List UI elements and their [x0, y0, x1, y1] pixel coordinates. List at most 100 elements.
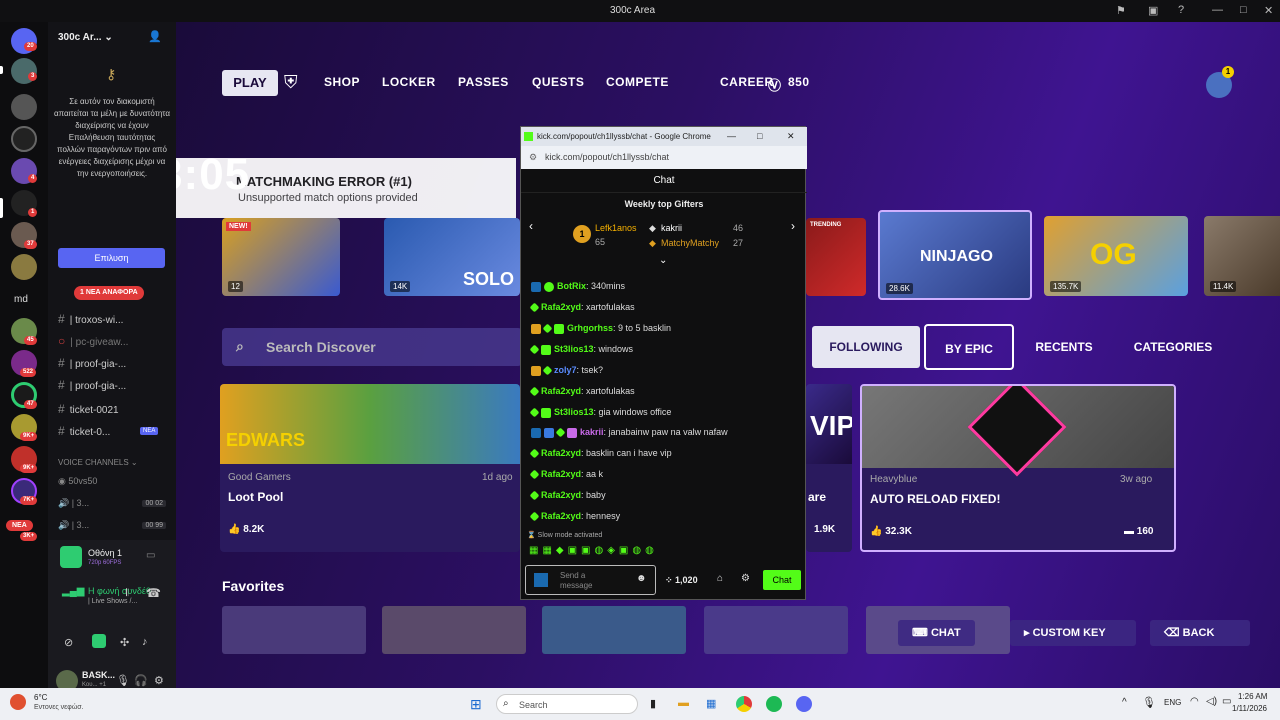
- maximize-icon[interactable]: □: [757, 127, 762, 146]
- emote-bar[interactable]: ▦▦◆▣▣◍◈▣◍◍: [529, 545, 658, 556]
- nav-locker[interactable]: LOCKER: [382, 75, 436, 89]
- nav-quests[interactable]: QUESTS: [532, 75, 584, 89]
- clock-time[interactable]: 1:26 AM: [1238, 692, 1267, 701]
- tab-following[interactable]: FOLLOWING: [812, 326, 920, 368]
- discover-card[interactable]: VIP are 1.9K: [806, 384, 852, 552]
- expand-icon[interactable]: ⌄: [659, 255, 667, 266]
- gear-icon[interactable]: ⚙: [741, 573, 750, 584]
- maximize-icon[interactable]: □: [1240, 4, 1247, 16]
- favorite-tile[interactable]: [222, 606, 366, 654]
- discover-tile[interactable]: TRENDING: [806, 218, 866, 296]
- tab-categories[interactable]: CATEGORIES: [1120, 324, 1226, 370]
- mic-icon[interactable]: 🎙: [116, 674, 130, 687]
- camera-off-icon[interactable]: ⊘: [64, 636, 73, 649]
- channel-item[interactable]: # | troxos-wi...: [58, 312, 123, 326]
- gear-icon[interactable]: ⚙: [154, 674, 164, 687]
- channel-item[interactable]: # ticket-0...: [58, 424, 110, 438]
- gifter-name[interactable]: kakrii: [661, 223, 682, 233]
- voice-channel[interactable]: 🔊 | 3...: [58, 498, 89, 509]
- points-balance[interactable]: ⁘ 1,020: [665, 575, 698, 586]
- search-discover[interactable]: ⌕ Search Discover: [222, 328, 522, 366]
- gift-icon: ◆: [649, 223, 656, 233]
- discover-card[interactable]: EDWARS Good Gamers 1d ago Loot Pool 👍 8.…: [220, 384, 520, 552]
- noise-icon[interactable]: 𝄃: [126, 588, 128, 599]
- windows-start-icon[interactable]: ⊞: [470, 696, 482, 713]
- wifi-icon[interactable]: ◠: [1190, 696, 1199, 707]
- minimize-icon[interactable]: —: [1212, 4, 1223, 16]
- taskbar-search[interactable]: ⌕ Search: [496, 694, 638, 714]
- tab-recents[interactable]: RECENTS: [1022, 324, 1106, 370]
- url-bar[interactable]: ⚙ kick.com/popout/ch1llyssb/chat: [521, 146, 807, 169]
- nav-shop[interactable]: SHOP: [324, 75, 360, 89]
- chevron-up-icon[interactable]: ^: [1122, 697, 1127, 708]
- server-list: 20 3 4 1 37 md 45 522 47 9K+ 9K+ 7K+ ΝΕΑ…: [0, 22, 48, 688]
- invite-icon[interactable]: 👤: [148, 30, 162, 43]
- chevron-right-icon[interactable]: ›: [791, 219, 795, 233]
- send-chat-button[interactable]: Chat: [763, 570, 801, 590]
- server-icon[interactable]: [11, 126, 37, 152]
- volume-icon[interactable]: ◁): [1206, 696, 1217, 707]
- battlepass-logo-icon[interactable]: ⛨: [284, 72, 298, 93]
- discord-icon[interactable]: [796, 696, 812, 712]
- vbucks-count[interactable]: 850: [788, 75, 810, 89]
- headphones-icon[interactable]: 🎧: [134, 674, 148, 687]
- gift-icon[interactable]: ⌂: [717, 573, 723, 584]
- chat-message: zoly7: tsek?: [531, 365, 603, 376]
- channel-item[interactable]: # | proof-gia-...: [58, 356, 126, 370]
- gifter-name[interactable]: MatchyMatchy: [661, 238, 719, 248]
- server-icon[interactable]: [11, 94, 37, 120]
- nav-play[interactable]: PLAY: [222, 70, 278, 96]
- stream-settings-icon[interactable]: ▭: [146, 550, 155, 561]
- channel-item[interactable]: # ticket-0021: [58, 402, 119, 416]
- store-icon[interactable]: ▦: [706, 697, 716, 710]
- nav-career[interactable]: CAREER: [720, 75, 774, 89]
- close-icon[interactable]: ✕: [787, 127, 795, 146]
- discover-tile[interactable]: 11.4K: [1204, 216, 1280, 296]
- task-view-icon[interactable]: ▮: [650, 697, 656, 710]
- chat-button[interactable]: ⌨ CHAT: [898, 620, 975, 646]
- server-icon[interactable]: [11, 254, 37, 280]
- disconnect-icon[interactable]: ☎: [146, 586, 161, 600]
- flag-icon[interactable]: ⚑: [1116, 4, 1126, 17]
- message-input[interactable]: Send a message ☻: [525, 565, 656, 595]
- nav-passes[interactable]: PASSES: [458, 75, 509, 89]
- channel-item[interactable]: ○ | pc-giveaw...: [58, 334, 128, 348]
- battery-icon[interactable]: ▭: [1222, 696, 1231, 707]
- nav-compete[interactable]: COMPETE: [606, 75, 669, 89]
- spotify-icon[interactable]: [766, 696, 782, 712]
- soundboard-icon[interactable]: ♪: [142, 636, 148, 648]
- discover-tile[interactable]: OG 135.7K: [1044, 216, 1188, 296]
- clock-date[interactable]: 1/11/2026: [1232, 704, 1267, 713]
- help-icon[interactable]: ?: [1178, 4, 1184, 16]
- verify-button[interactable]: Επιλυση: [58, 248, 165, 268]
- language-indicator[interactable]: ENG: [1164, 698, 1181, 707]
- voice-channel[interactable]: ◉ 50vs50: [58, 476, 97, 487]
- chevron-left-icon[interactable]: ‹: [529, 219, 533, 233]
- server-name[interactable]: 300c Ar... ⌄: [58, 32, 113, 43]
- custom-key-button[interactable]: ▸ CUSTOM KEY: [1010, 620, 1136, 646]
- screen-icon[interactable]: ▣: [1148, 4, 1158, 17]
- voice-channel[interactable]: 🔊 | 3...: [58, 520, 89, 531]
- favorite-tile[interactable]: [382, 606, 526, 654]
- discover-card[interactable]: Heavyblue 3w ago AUTO RELOAD FIXED! 👍 32…: [860, 384, 1176, 552]
- back-button[interactable]: ⌫ BACK: [1150, 620, 1250, 646]
- activities-icon[interactable]: ✣: [120, 636, 129, 649]
- channel-item[interactable]: # | proof-gia-...: [58, 378, 126, 392]
- close-icon[interactable]: ✕: [1264, 4, 1273, 17]
- voice-channels-header[interactable]: VOICE CHANNELS ⌄: [58, 458, 138, 467]
- gifter-name[interactable]: Lefk1anos: [595, 223, 637, 233]
- chrome-icon[interactable]: [736, 696, 752, 712]
- mic-icon[interactable]: 🎙: [1142, 696, 1156, 709]
- discover-tile[interactable]: NEW! 12: [222, 218, 340, 296]
- favorite-tile[interactable]: [542, 606, 686, 654]
- new-mention-pill[interactable]: 1 ΝΕΑ ΑΝΑΦΟΡΑ: [74, 286, 144, 300]
- tab-by-epic[interactable]: BY EPIC: [924, 324, 1014, 370]
- weather-icon[interactable]: [10, 694, 26, 710]
- favorite-tile[interactable]: [704, 606, 848, 654]
- discover-tile[interactable]: NINJAGO 28.6K: [878, 210, 1032, 300]
- screenshare-toggle-icon[interactable]: [92, 634, 106, 648]
- server-abbrev[interactable]: md: [14, 294, 28, 305]
- discover-tile[interactable]: SOLO 14K: [384, 218, 520, 296]
- minimize-icon[interactable]: —: [727, 127, 736, 146]
- file-explorer-icon[interactable]: ▬: [678, 697, 689, 709]
